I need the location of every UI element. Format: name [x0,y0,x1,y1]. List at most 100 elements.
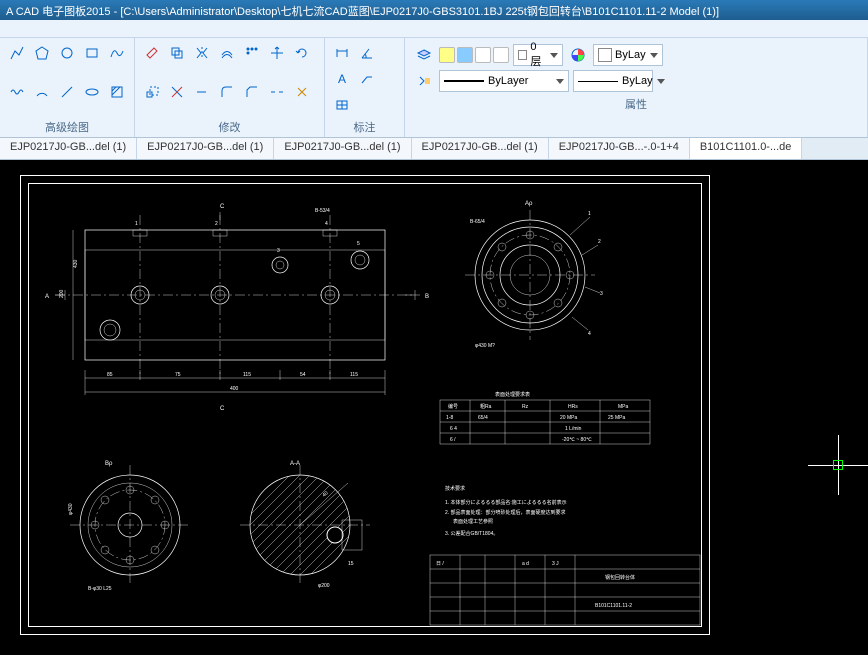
svg-text:C: C [220,406,225,412]
break-icon[interactable] [266,81,288,103]
svg-text:25 MPa: 25 MPa [608,415,625,421]
svg-text:1: 1 [135,221,138,227]
svg-text:65/4: 65/4 [478,415,488,421]
ribbon-group-properties: 0层 ByLay ByLayer ByLay 属性 [405,38,868,137]
svg-text:3: 3 [600,291,603,297]
menu-bar[interactable] [0,20,868,38]
leader-icon[interactable] [356,68,378,90]
mirror-icon[interactable] [191,42,213,64]
svg-text:B-65/4: B-65/4 [470,219,485,225]
spline-icon[interactable] [106,42,128,64]
title-bar: A CAD 电子图板2015 - [C:\Users\Administrator… [0,0,868,20]
svg-text:表面处理工艺参照: 表面处理工艺参照 [453,518,493,525]
color-wheel-icon[interactable] [567,44,589,66]
hatch-icon[interactable] [106,81,128,103]
text-icon[interactable]: A [331,68,353,90]
svg-text:75: 75 [175,372,181,378]
plot-icon[interactable] [493,47,509,63]
table-icon[interactable] [331,94,353,116]
scale-icon[interactable] [141,81,163,103]
svg-text:2: 2 [598,239,601,245]
svg-text:粗Ra: 粗Ra [480,403,492,410]
svg-text:B101C1101.11-2: B101C1101.11-2 [595,603,632,609]
svg-text:A: A [45,294,49,300]
match-props-icon[interactable] [413,70,435,92]
svg-text:B-φ30 L25: B-φ30 L25 [88,586,112,592]
ribbon-label-annotate: 标注 [331,117,398,135]
circle-icon[interactable] [56,42,78,64]
tab-doc-5[interactable]: B101C1101.0-...de [690,138,803,159]
svg-text:115: 115 [243,372,251,378]
layer-state-pellets[interactable] [439,47,509,63]
bulb-icon[interactable] [439,47,455,63]
ribbon-group-modify: 修改 [135,38,325,137]
svg-text:编号: 编号 [448,403,458,410]
tab-doc-4[interactable]: EJP0217J0-GB...-.0-1+4 [549,138,690,159]
tab-doc-0[interactable]: EJP0217J0-GB...del (1) [0,138,137,159]
layer-combo[interactable]: 0层 [513,44,563,66]
polyline-icon[interactable] [6,42,28,64]
ellipse-icon[interactable] [81,81,103,103]
ribbon-label-draw: 高级绘图 [6,117,128,135]
ribbon: 高级绘图 修改 A 标注 [0,38,868,138]
svg-text:3. 公差配合GB/T1804。: 3. 公差配合GB/T1804。 [445,530,498,537]
svg-text:Bρ: Bρ [105,461,113,467]
move-icon[interactable] [266,42,288,64]
tab-doc-2[interactable]: EJP0217J0-GB...del (1) [274,138,411,159]
svg-text:15: 15 [348,561,354,567]
svg-text:-20℃ ~ 80℃: -20℃ ~ 80℃ [562,437,592,443]
erase-icon[interactable] [141,42,163,64]
rect-icon[interactable] [81,42,103,64]
svg-text:φ200: φ200 [318,583,330,589]
tab-doc-3[interactable]: EJP0217J0-GB...del (1) [412,138,549,159]
fillet-icon[interactable] [216,81,238,103]
svg-text:40: 40 [321,490,329,498]
explode-icon[interactable] [291,81,313,103]
svg-text:A: A [338,72,346,86]
offset-icon[interactable] [216,42,238,64]
svg-text:4: 4 [325,221,328,227]
svg-text:C: C [220,204,225,210]
line-icon[interactable] [56,81,78,103]
tab-doc-1[interactable]: EJP0217J0-GB...del (1) [137,138,274,159]
svg-text:430: 430 [73,259,79,268]
dim-linear-icon[interactable] [331,42,353,64]
svg-text:A-A: A-A [290,461,300,467]
lock-icon[interactable] [475,47,491,63]
chamfer-icon[interactable] [241,81,263,103]
svg-text:2: 2 [215,221,218,227]
svg-text:钢包回转台体: 钢包回转台体 [605,574,635,581]
title-block: 钢包回转台体 B101C1101.11-2 日 /a d3 J [430,555,700,625]
svg-text:20 MPa: 20 MPa [560,415,577,421]
svg-text:1 L/min: 1 L/min [565,426,582,432]
lineweight-combo[interactable]: ByLay [573,70,653,92]
svg-text:Rz: Rz [522,404,529,410]
drawing-notes: 技术要求 1. 本体部分によるるる部品名:施工によるるる名前表示 2. 部品表面… [445,485,567,537]
svg-text:3: 3 [277,248,280,254]
extend-icon[interactable] [191,81,213,103]
dim-angle-icon[interactable] [356,42,378,64]
layer-manager-icon[interactable] [413,44,435,66]
svg-text:1. 本体部分によるるる部品名:施工によるるる名前表示: 1. 本体部分によるるる部品名:施工によるるる名前表示 [445,499,567,506]
trim-icon[interactable] [166,81,188,103]
svg-text:MPa: MPa [618,404,629,410]
svg-text:表面处理要求表: 表面处理要求表 [495,391,530,398]
array-icon[interactable] [241,42,263,64]
wave-icon[interactable] [6,81,28,103]
svg-text:54: 54 [300,372,306,378]
drawing-canvas[interactable]: C 1 2 3 4 5 A [0,160,868,655]
arc-icon[interactable] [31,81,53,103]
svg-text:200: 200 [59,289,65,298]
svg-text:技术要求: 技术要求 [445,485,465,492]
svg-text:B-53/4: B-53/4 [315,208,330,214]
copy-icon[interactable] [166,42,188,64]
svg-text:B: B [425,294,429,300]
rotate-icon[interactable] [291,42,313,64]
linetype-combo[interactable]: ByLayer [439,70,569,92]
svg-text:HRs: HRs [568,404,578,410]
polygon-icon[interactable] [31,42,53,64]
svg-text:Aρ: Aρ [525,201,533,207]
svg-text:3 J: 3 J [552,561,559,567]
color-combo[interactable]: ByLay [593,44,663,66]
freeze-icon[interactable] [457,47,473,63]
